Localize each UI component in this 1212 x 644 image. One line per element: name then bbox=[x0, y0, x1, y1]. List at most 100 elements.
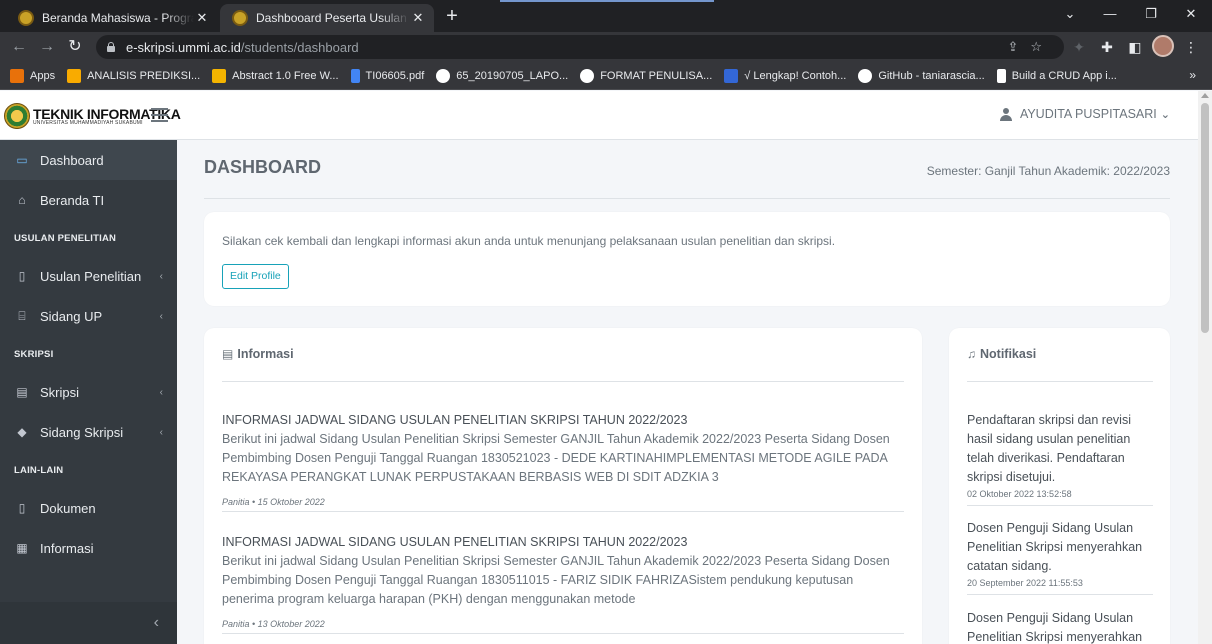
bookmark-item[interactable]: 65_20190705_LAPO... bbox=[436, 68, 568, 83]
sidebar-item-label: Dashboard bbox=[40, 152, 104, 168]
notification-item[interactable]: Dosen Penguji Sidang Usulan Penelitian S… bbox=[967, 519, 1153, 595]
informasi-card: ▤ Informasi INFORMASI JADWAL SIDANG USUL… bbox=[204, 328, 922, 644]
newspaper-icon: ▦ bbox=[16, 541, 28, 555]
share-star-icon[interactable]: ⇪☆ bbox=[1007, 39, 1054, 55]
sidebar-header-skripsi: SKRIPSI bbox=[14, 349, 54, 360]
sidebar-item-label: Sidang UP bbox=[40, 308, 103, 324]
menu-kebab-icon[interactable]: ⋮ bbox=[1180, 37, 1202, 57]
edit-profile-button[interactable]: Edit Profile bbox=[222, 264, 289, 289]
sidebar-item-label: Dokumen bbox=[40, 500, 96, 516]
notification-text: Dosen Penguji Sidang Usulan Penelitian S… bbox=[967, 611, 1143, 644]
window-close-icon[interactable]: ✕ bbox=[1176, 0, 1206, 28]
bookmark-label: √ Lengkap! Contoh... bbox=[744, 69, 847, 82]
user-menu[interactable]: AYUDITA PUSPITASARI ⌄ bbox=[999, 107, 1170, 121]
minimize-icon[interactable]: — bbox=[1095, 0, 1125, 28]
top-navbar: TEKNIK INFORMATIKA UNIVERSITAS MUHAMMADI… bbox=[0, 91, 1198, 140]
notification-item[interactable]: Pendaftaran skripsi dan revisi hasil sid… bbox=[967, 411, 1153, 506]
profile-avatar[interactable] bbox=[1152, 35, 1174, 57]
sidebar-item-skripsi[interactable]: ▤ Skripsi ‹ bbox=[0, 372, 177, 412]
bookmark-item[interactable]: ANALISIS PREDIKSI... bbox=[67, 68, 200, 83]
sidebar-item-sidang-up[interactable]: ⌸ Sidang UP ‹ bbox=[0, 296, 177, 336]
bookmark-item[interactable]: √ Lengkap! Contoh... bbox=[724, 68, 847, 83]
bookmark-label: Abstract 1.0 Free W... bbox=[232, 69, 339, 82]
notification-item[interactable]: Dosen Penguji Sidang Usulan Penelitian S… bbox=[967, 609, 1153, 644]
url-host: e-skripsi.ummi.ac.id bbox=[126, 39, 241, 55]
semester-info: Semester: Ganjil Tahun Akademik: 2022/20… bbox=[926, 164, 1170, 178]
forward-icon[interactable]: → bbox=[36, 36, 58, 58]
tab-title: Dashbooard Peserta Usulan Pene bbox=[256, 11, 410, 25]
sidebar-item-label: Skripsi bbox=[40, 384, 80, 400]
info-body: Berikut ini jadwal Sidang Usulan Penelit… bbox=[222, 432, 890, 484]
university-emblem-icon bbox=[4, 103, 30, 129]
browser-toolbar: ← → ↻ e-skripsi.ummi.ac.id/students/dash… bbox=[0, 32, 1212, 62]
bookmark-item[interactable]: GitHub - taniarascia... bbox=[858, 68, 985, 83]
notification-text: Dosen Penguji Sidang Usulan Penelitian S… bbox=[967, 521, 1143, 573]
desktop-icon: ▭ bbox=[16, 153, 28, 167]
apps-grid-icon bbox=[10, 68, 24, 83]
sidebar-item-usulan-penelitian[interactable]: ▯ Usulan Penelitian ‹ bbox=[0, 256, 177, 296]
user-icon bbox=[999, 107, 1012, 121]
lock-icon bbox=[106, 42, 116, 52]
notification-time: 02 Oktober 2022 13:52:58 bbox=[967, 489, 1153, 506]
side-panel-icon[interactable]: ◧ bbox=[1124, 37, 1146, 57]
bookmark-label: GitHub - taniarascia... bbox=[878, 69, 985, 82]
sidebar-item-label: Sidang Skripsi bbox=[40, 424, 124, 440]
tm-icon bbox=[724, 68, 739, 83]
list-item[interactable]: INFORMASI JADWAL SIDANG USULAN PENELITIA… bbox=[222, 411, 904, 512]
page-icon bbox=[996, 68, 1006, 83]
university-icon: ⌸ bbox=[18, 309, 26, 323]
chevron-left-icon: ‹ bbox=[159, 386, 163, 398]
url-path: /students/dashboard bbox=[240, 39, 359, 55]
sidebar-item-dokumen[interactable]: ▯ Dokumen bbox=[0, 488, 177, 528]
restore-icon[interactable]: ❐ bbox=[1136, 0, 1166, 28]
scroll-thumb[interactable] bbox=[1201, 103, 1209, 333]
divider bbox=[967, 381, 1153, 382]
site-favicon-icon bbox=[18, 10, 34, 26]
sidebar-item-label: Beranda TI bbox=[40, 192, 105, 208]
reload-icon[interactable]: ↻ bbox=[64, 36, 86, 58]
info-title[interactable]: INFORMASI JADWAL SIDANG USULAN PENELITIA… bbox=[222, 533, 904, 552]
browser-tab-beranda[interactable]: Beranda Mahasiswa - Program St ✕ bbox=[6, 4, 218, 32]
sidebar-item-informasi[interactable]: ▦ Informasi bbox=[0, 528, 177, 568]
card-header: ♫ Notifikasi bbox=[967, 347, 1036, 361]
more-bookmarks-icon[interactable]: » bbox=[1189, 68, 1196, 82]
puzzle-icon[interactable]: ✚ bbox=[1096, 37, 1118, 57]
sidebar-item-dashboard[interactable]: ▭ Dashboard bbox=[0, 140, 177, 180]
bookmark-label: TI06605.pdf bbox=[365, 69, 425, 82]
globe-icon bbox=[580, 68, 595, 83]
bookmark-label: Build a CRUD App i... bbox=[1011, 69, 1117, 82]
info-meta: Panitia • 13 Oktober 2022 bbox=[222, 619, 904, 634]
bookmark-item[interactable]: FORMAT PENULISA... bbox=[580, 68, 712, 83]
notification-text: Pendaftaran skripsi dan revisi hasil sid… bbox=[967, 413, 1131, 484]
divider bbox=[204, 198, 1170, 199]
bookmark-item[interactable]: TI06605.pdf bbox=[350, 68, 425, 83]
close-icon[interactable]: ✕ bbox=[410, 10, 426, 26]
sidebar-collapse-button[interactable]: ‹ bbox=[0, 602, 177, 644]
card-header: ▤ Informasi bbox=[222, 347, 294, 361]
list-item[interactable]: INFORMASI JADWAL SIDANG USULAN PENELITIA… bbox=[222, 533, 904, 634]
extension-icon[interactable]: ✦ bbox=[1068, 37, 1090, 57]
document-icon: ▯ bbox=[18, 501, 26, 515]
tab-search-icon[interactable]: ⌄ bbox=[1055, 0, 1085, 28]
bookmark-apps[interactable]: Apps bbox=[10, 68, 56, 83]
page-scrollbar[interactable] bbox=[1198, 91, 1212, 644]
sidebar-item-sidang-skripsi[interactable]: ◆ Sidang Skripsi ‹ bbox=[0, 412, 177, 452]
card-title: Informasi bbox=[237, 347, 294, 361]
notifikasi-card: ♫ Notifikasi Pendaftaran skripsi dan rev… bbox=[949, 328, 1170, 644]
new-tab-icon[interactable]: + bbox=[442, 6, 462, 26]
address-bar[interactable]: e-skripsi.ummi.ac.id/students/dashboard … bbox=[96, 35, 1064, 59]
page-title: DASHBOARD bbox=[204, 157, 321, 177]
bookmark-item[interactable]: Build a CRUD App i... bbox=[996, 68, 1117, 83]
info-title[interactable]: INFORMASI JADWAL SIDANG USULAN PENELITIA… bbox=[222, 411, 904, 430]
close-icon[interactable]: ✕ bbox=[194, 10, 210, 26]
hamburger-menu-icon[interactable] bbox=[151, 108, 168, 122]
bookmark-item[interactable]: Abstract 1.0 Free W... bbox=[212, 68, 339, 83]
sidebar-item-beranda-ti[interactable]: ⌂ Beranda TI bbox=[0, 180, 177, 220]
scroll-up-icon[interactable] bbox=[1201, 93, 1209, 98]
bookmark-label: Apps bbox=[30, 69, 56, 82]
main-content: DASHBOARD Semester: Ganjil Tahun Akademi… bbox=[177, 140, 1198, 644]
book-icon: ▤ bbox=[16, 385, 28, 399]
back-icon[interactable]: ← bbox=[8, 36, 30, 58]
browser-tab-dashboard[interactable]: Dashbooard Peserta Usulan Pene ✕ bbox=[220, 4, 434, 32]
github-icon bbox=[858, 68, 873, 83]
